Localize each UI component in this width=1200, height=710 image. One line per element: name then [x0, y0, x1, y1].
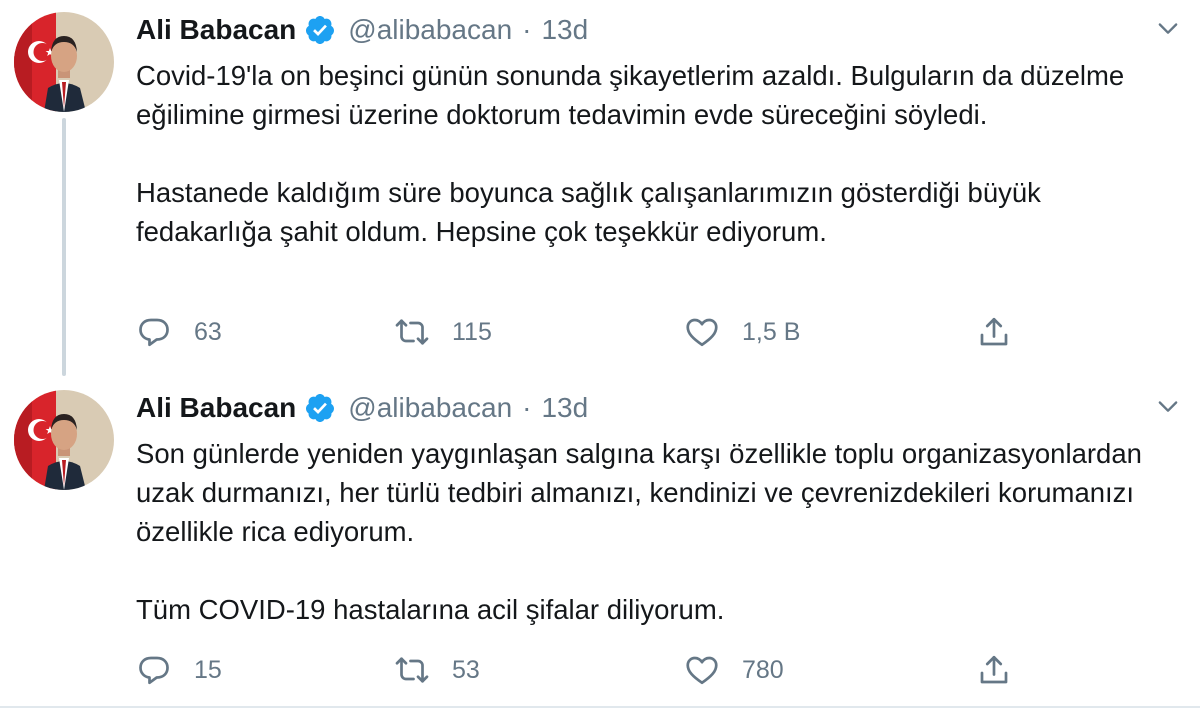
- tweet-header: Ali Babacan @alibabacan · 13d: [136, 10, 588, 50]
- reply-icon: [136, 314, 172, 350]
- retweet-icon: [394, 652, 430, 688]
- heart-icon: [684, 652, 720, 688]
- tweet[interactable]: Ali Babacan @alibabacan · 13d Son günler…: [0, 378, 1200, 708]
- reply-icon: [136, 652, 172, 688]
- separator-dot: ·: [522, 392, 532, 423]
- like-count: 1,5 B: [742, 317, 801, 346]
- author-handle[interactable]: @alibabacan: [348, 14, 512, 46]
- share-button[interactable]: [976, 650, 1012, 690]
- tweet-paragraph: Hastanede kaldığım süre boyunca sağlık ç…: [136, 177, 1041, 247]
- reply-button[interactable]: 15: [136, 650, 222, 690]
- like-count: 780: [742, 655, 784, 684]
- tweet-header: Ali Babacan @alibabacan · 13d: [136, 388, 588, 428]
- avatar[interactable]: [14, 12, 114, 112]
- reply-button[interactable]: 63: [136, 312, 222, 352]
- tweet-timestamp[interactable]: 13d: [541, 392, 588, 424]
- tweet-actions: 63 115 1,5 B: [136, 312, 1176, 352]
- avatar-image: [14, 390, 114, 490]
- share-button[interactable]: [976, 312, 1012, 352]
- author-handle[interactable]: @alibabacan: [348, 392, 512, 424]
- heart-icon: [684, 314, 720, 350]
- reply-count: 15: [194, 655, 222, 684]
- retweet-button[interactable]: 53: [394, 650, 480, 690]
- avatar[interactable]: [14, 390, 114, 490]
- verified-badge-icon: [304, 14, 336, 46]
- tweet-timestamp[interactable]: 13d: [541, 14, 588, 46]
- tweet-paragraph: Covid-19'la on beşinci günün sonunda şik…: [136, 60, 1125, 130]
- reply-count: 63: [194, 317, 222, 346]
- divider: [0, 706, 1200, 708]
- chevron-down-icon[interactable]: [1154, 14, 1182, 42]
- verified-badge-icon: [304, 392, 336, 424]
- thread-connector: [62, 118, 66, 376]
- retweet-count: 53: [452, 655, 480, 684]
- tweet-paragraph: Tüm COVID-19 hastalarına acil şifalar di…: [136, 594, 725, 625]
- tweet-text: Son günlerde yeniden yaygınlaşan salgına…: [136, 434, 1176, 629]
- tweet-thread: Ali Babacan @alibabacan · 13d Covid-19'l…: [0, 0, 1200, 710]
- separator-dot: ·: [522, 14, 532, 45]
- avatar-image: [14, 12, 114, 112]
- share-icon: [976, 314, 1012, 350]
- tweet[interactable]: Ali Babacan @alibabacan · 13d Covid-19'l…: [0, 0, 1200, 376]
- retweet-icon: [394, 314, 430, 350]
- tweet-paragraph: Son günlerde yeniden yaygınlaşan salgına…: [136, 438, 1142, 547]
- like-button[interactable]: 1,5 B: [684, 312, 800, 352]
- author-name[interactable]: Ali Babacan: [136, 14, 296, 46]
- retweet-button[interactable]: 115: [394, 312, 492, 352]
- share-icon: [976, 652, 1012, 688]
- like-button[interactable]: 780: [684, 650, 784, 690]
- chevron-down-icon[interactable]: [1154, 392, 1182, 420]
- tweet-text: Covid-19'la on beşinci günün sonunda şik…: [136, 56, 1176, 251]
- retweet-count: 115: [452, 317, 492, 346]
- author-name[interactable]: Ali Babacan: [136, 392, 296, 424]
- tweet-actions: 15 53 780: [136, 650, 1176, 690]
